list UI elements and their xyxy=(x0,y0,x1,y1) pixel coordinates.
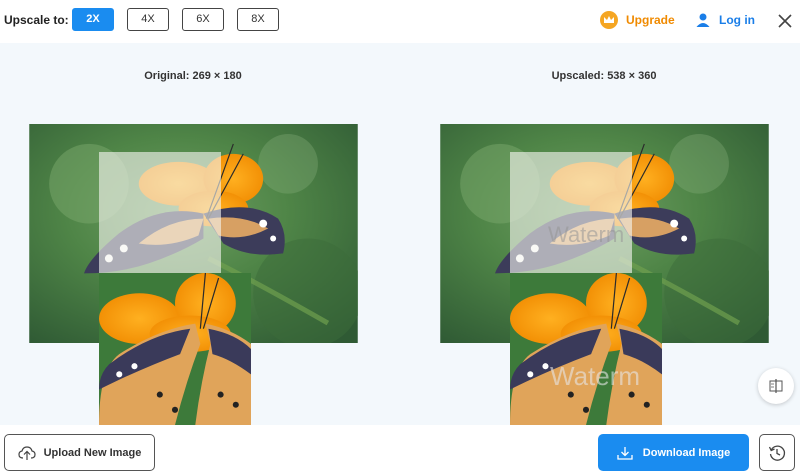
upload-new-image-button[interactable]: Upload New Image xyxy=(4,434,155,471)
history-icon xyxy=(768,445,786,461)
history-button[interactable] xyxy=(759,434,795,471)
scale-2x-button[interactable]: 2X xyxy=(72,8,114,31)
upgrade-link[interactable]: Upgrade xyxy=(600,10,675,30)
original-magnifier-overlay xyxy=(99,152,221,273)
upscale-label: Upscale to: xyxy=(4,13,69,27)
upload-cloud-icon xyxy=(17,445,36,460)
close-icon[interactable] xyxy=(776,12,794,30)
compare-toggle-button[interactable] xyxy=(758,368,794,404)
upscaled-zoom-preview: Waterm xyxy=(510,273,662,425)
compare-icon xyxy=(769,379,783,393)
download-icon xyxy=(617,446,633,460)
original-caption: Original: 269 × 180 xyxy=(144,70,242,82)
login-label: Log in xyxy=(719,13,755,27)
download-image-button[interactable]: Download Image xyxy=(598,434,749,471)
watermark-text: Waterm xyxy=(548,222,625,247)
upload-label: Upload New Image xyxy=(43,446,142,459)
download-label: Download Image xyxy=(642,446,731,459)
scale-4x-button[interactable]: 4X xyxy=(127,8,169,31)
upgrade-label: Upgrade xyxy=(626,13,675,27)
top-toolbar: Upscale to: 2X 4X 6X 8X Upgrade Log in xyxy=(0,0,800,42)
original-zoom-preview xyxy=(99,273,251,425)
scale-6x-button[interactable]: 6X xyxy=(182,8,224,31)
upscaled-caption: Upscaled: 538 × 360 xyxy=(551,70,657,82)
user-icon xyxy=(696,13,710,27)
crown-icon xyxy=(600,11,618,29)
scale-8x-button[interactable]: 8X xyxy=(237,8,279,31)
upscaled-magnifier-overlay: Waterm xyxy=(510,152,632,273)
login-link[interactable]: Log in xyxy=(695,10,755,30)
watermark-text-zoom: Waterm xyxy=(550,361,641,391)
